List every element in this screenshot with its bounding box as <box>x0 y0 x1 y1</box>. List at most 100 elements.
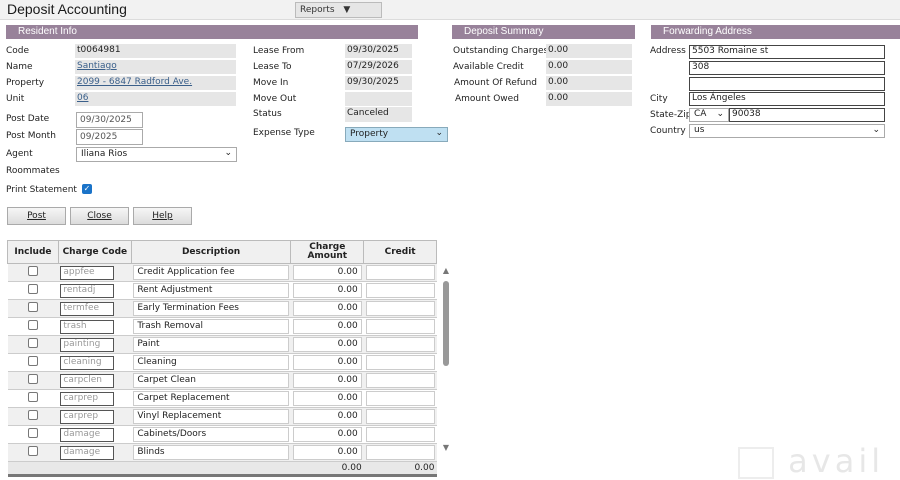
table-row: termfee Early Termination Fees 0.00 <box>7 299 437 318</box>
credit-input[interactable] <box>365 445 435 460</box>
expense-type-select[interactable]: Property ⌄ <box>345 127 448 142</box>
charge-amount-input[interactable]: 0.00 <box>292 391 362 406</box>
charge-code-cell: damage <box>58 443 132 462</box>
include-checkbox[interactable] <box>27 374 38 384</box>
credit-input[interactable] <box>365 301 435 316</box>
post-button[interactable]: Post <box>7 207 66 225</box>
description-input[interactable]: Trash Removal <box>133 319 289 334</box>
charge-code-input[interactable]: trash <box>60 319 115 334</box>
include-checkbox[interactable] <box>27 338 38 348</box>
credit-input[interactable] <box>365 409 435 424</box>
charge-amount-input[interactable]: 0.00 <box>292 319 362 334</box>
include-checkbox[interactable] <box>27 266 38 276</box>
include-cell <box>7 425 59 444</box>
help-button[interactable]: Help <box>133 207 192 225</box>
chevron-down-icon: ⌄ <box>872 125 880 135</box>
include-checkbox[interactable] <box>27 356 38 366</box>
agent-select[interactable]: Iliana Rios ⌄ <box>76 147 237 162</box>
zip-input[interactable]: 90038 <box>729 108 885 122</box>
include-checkbox[interactable] <box>27 392 38 402</box>
credit-input[interactable] <box>365 355 435 370</box>
charge-amount-input[interactable]: 0.00 <box>292 337 362 352</box>
table-scrollbar[interactable]: ▲ ▼ <box>441 266 451 452</box>
table-row: damage Blinds 0.00 <box>7 443 437 462</box>
unit-label: Unit <box>6 94 25 104</box>
reports-menu-button[interactable]: Reports ▼ <box>295 2 382 18</box>
post-month-input[interactable]: 09/2025 <box>76 129 143 145</box>
charge-code-input[interactable]: rentadj <box>60 283 115 298</box>
charge-code-input[interactable]: damage <box>60 427 115 442</box>
roommates-label: Roommates <box>6 166 60 176</box>
property-link[interactable]: 2099 - 6847 Radford Ave. <box>77 77 192 87</box>
description-input[interactable]: Carpet Clean <box>133 373 289 388</box>
post-label: Post <box>27 211 46 221</box>
scrollbar-thumb[interactable] <box>443 281 449 366</box>
description-input[interactable]: Carpet Replacement <box>133 391 289 406</box>
charge-code-input[interactable]: carprep <box>60 391 115 406</box>
description-input[interactable]: Paint <box>133 337 289 352</box>
description-input[interactable]: Vinyl Replacement <box>133 409 289 424</box>
name-link[interactable]: Santiago <box>77 61 117 71</box>
city-input[interactable]: Los Ángeles <box>689 92 885 106</box>
post-date-input[interactable]: 09/30/2025 <box>76 112 143 128</box>
charge-amount-input[interactable]: 0.00 <box>292 283 362 298</box>
expense-type-value: Property <box>350 129 389 139</box>
description-input[interactable]: Cabinets/Doors <box>133 427 289 442</box>
description-input[interactable]: Blinds <box>133 445 289 460</box>
unit-link[interactable]: 06 <box>77 93 88 103</box>
credit-input[interactable] <box>365 319 435 334</box>
credit-input[interactable] <box>365 337 435 352</box>
address-line1-input[interactable]: 5503 Romaine st <box>689 45 885 59</box>
charge-amount-input[interactable]: 0.00 <box>292 355 362 370</box>
address-line2-input[interactable]: 308 <box>689 61 885 75</box>
description-input[interactable]: Credit Application fee <box>133 265 289 280</box>
credit-cell <box>363 353 437 372</box>
close-button[interactable]: Close <box>70 207 129 225</box>
charge-code-input[interactable]: termfee <box>60 301 115 316</box>
description-input[interactable]: Rent Adjustment <box>133 283 289 298</box>
include-checkbox[interactable] <box>27 446 38 456</box>
include-checkbox[interactable] <box>27 302 38 312</box>
charge-amount-input[interactable]: 0.00 <box>292 427 362 442</box>
credit-input[interactable] <box>365 373 435 388</box>
print-statement-checkbox[interactable]: ✓ <box>82 184 92 194</box>
lease-from-value: 09/30/2025 <box>345 44 412 58</box>
credit-input[interactable] <box>365 391 435 406</box>
address-line3-input[interactable] <box>689 77 885 91</box>
scroll-up-icon[interactable]: ▲ <box>441 266 451 275</box>
include-checkbox[interactable] <box>27 428 38 438</box>
include-checkbox[interactable] <box>27 410 38 420</box>
charge-code-input[interactable]: appfee <box>60 265 115 280</box>
charge-amount-input[interactable]: 0.00 <box>292 445 362 460</box>
city-label: City <box>650 94 668 104</box>
include-cell <box>7 353 59 372</box>
credit-cell <box>363 443 437 462</box>
charge-code-input[interactable]: carpclen <box>60 373 115 388</box>
table-row: rentadj Rent Adjustment 0.00 <box>7 281 437 300</box>
country-select[interactable]: us ⌄ <box>689 124 885 138</box>
charge-amount-input[interactable]: 0.00 <box>292 373 362 388</box>
include-checkbox[interactable] <box>27 320 38 330</box>
description-input[interactable]: Cleaning <box>133 355 289 370</box>
charge-code-input[interactable]: damage <box>60 445 115 460</box>
description-cell: Trash Removal <box>131 317 291 336</box>
charge-code-input[interactable]: carprep <box>60 409 115 424</box>
credit-input[interactable] <box>365 283 435 298</box>
available-credit-value: 0.00 <box>546 60 632 74</box>
charge-amount-input[interactable]: 0.00 <box>292 301 362 316</box>
deposit-summary-header: Deposit Summary <box>452 25 635 39</box>
state-select[interactable]: CA ⌄ <box>689 108 729 122</box>
charge-code-input[interactable]: cleaning <box>60 355 115 370</box>
credit-input[interactable] <box>365 265 435 280</box>
table-row: carprep Carpet Replacement 0.00 <box>7 389 437 408</box>
avail-watermark-logo: avail <box>738 442 898 480</box>
include-checkbox[interactable] <box>27 284 38 294</box>
charge-code-input[interactable]: painting <box>60 337 115 352</box>
amount-cell: 0.00 <box>290 353 364 372</box>
scroll-down-icon[interactable]: ▼ <box>441 443 451 452</box>
credit-input[interactable] <box>365 427 435 442</box>
include-cell <box>7 407 59 426</box>
charge-amount-input[interactable]: 0.00 <box>292 409 362 424</box>
charge-amount-input[interactable]: 0.00 <box>292 265 362 280</box>
description-input[interactable]: Early Termination Fees <box>133 301 289 316</box>
